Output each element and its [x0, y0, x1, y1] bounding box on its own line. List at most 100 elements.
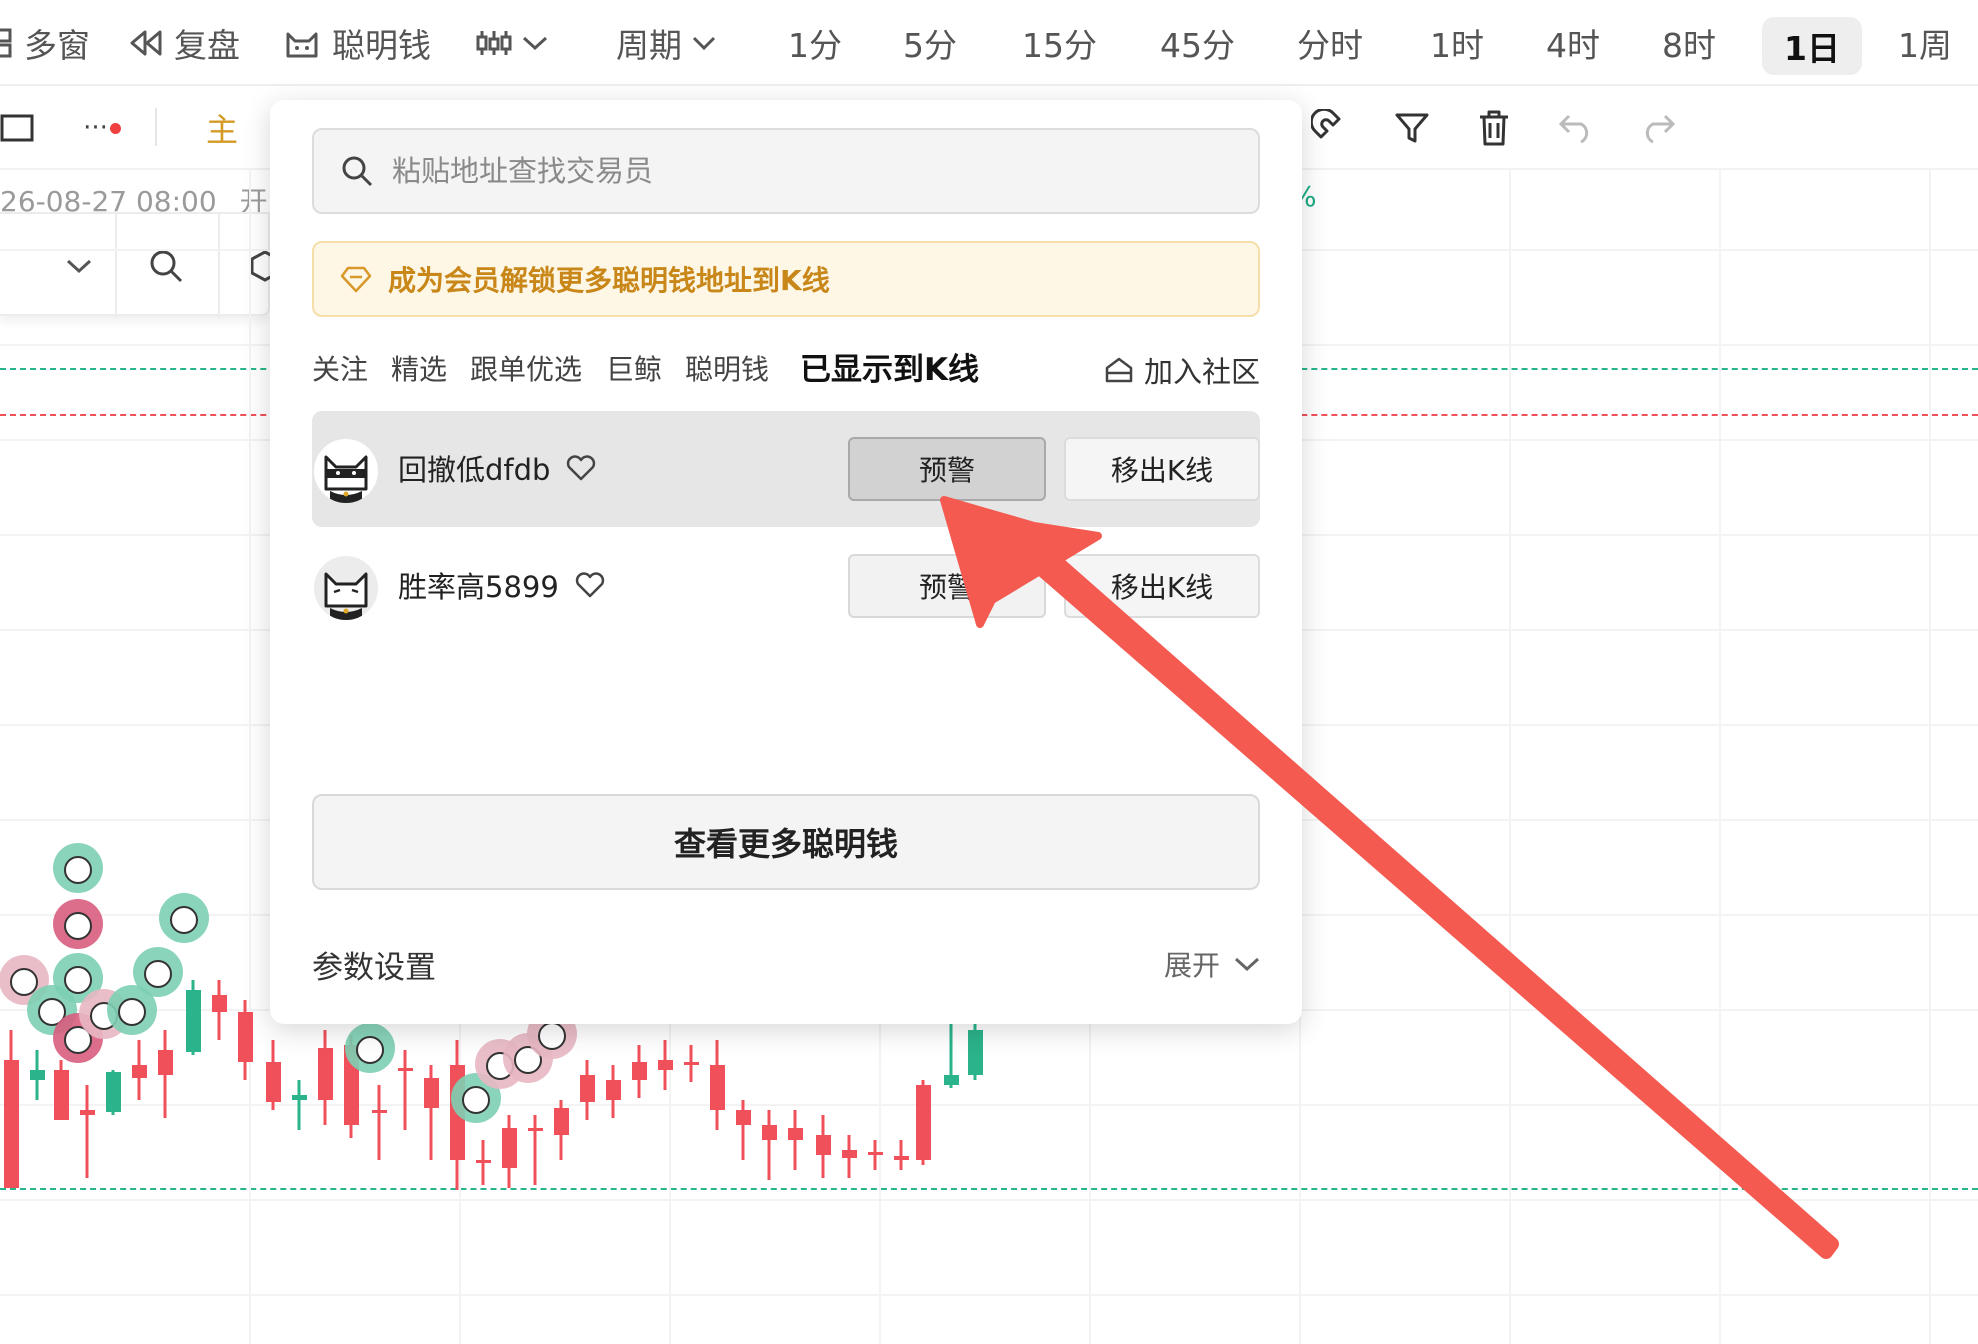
- candle-body: [318, 1048, 333, 1100]
- cat-marker-face: [462, 1086, 490, 1114]
- candle-body: [212, 995, 227, 1012]
- timeframe-toolbar: 多窗 复盘 聪明钱 周期 1分 5分 15分 45分 分时 1时 4时 8时 1…: [0, 0, 1978, 86]
- timeframe-15m[interactable]: 15分: [1022, 0, 1097, 86]
- cat-icon: [286, 32, 318, 58]
- timeframe-5m[interactable]: 5分: [903, 0, 957, 86]
- tab-shown-on-kline[interactable]: 已显示到K线: [800, 345, 979, 395]
- candle-body: [842, 1150, 857, 1158]
- candle-body: [476, 1160, 491, 1163]
- timeframe-label: 8时: [1662, 26, 1716, 65]
- filter-icon[interactable]: [1392, 108, 1432, 148]
- candle-body: [868, 1152, 883, 1155]
- notification-dot: [109, 122, 121, 134]
- timeframe-label: 15分: [1022, 26, 1097, 65]
- remove-from-kline-button[interactable]: 移出K线: [1064, 554, 1260, 618]
- candle-body: [4, 1060, 19, 1188]
- chart-type-dropdown[interactable]: [476, 0, 548, 86]
- expand-button[interactable]: 展开: [1164, 944, 1260, 984]
- smart-money-button[interactable]: 聪明钱: [282, 0, 431, 86]
- timeframe-1m[interactable]: 1分: [788, 0, 842, 86]
- diamond-icon: [340, 266, 372, 293]
- candle-body: [632, 1062, 647, 1080]
- tab-whale[interactable]: 巨鲸: [606, 345, 662, 395]
- trader-row[interactable]: 回撤低dfdb 预警 移出K线: [312, 411, 1260, 527]
- chevron-down-icon: [1234, 957, 1260, 972]
- tab-copy-trade[interactable]: 跟单优选: [470, 345, 582, 395]
- period-dropdown[interactable]: 周期: [616, 0, 716, 86]
- trader-name-text: 回撤低dfdb: [398, 453, 551, 487]
- candle-body: [372, 1110, 387, 1113]
- expand-label: 展开: [1163, 949, 1220, 982]
- tab-featured[interactable]: 精选: [391, 345, 447, 395]
- main-indicator-button[interactable]: 主: [202, 108, 242, 149]
- candle-body: [424, 1078, 439, 1108]
- timeframe-label: 4时: [1546, 26, 1600, 65]
- tab-smart-money[interactable]: 聪明钱: [685, 345, 769, 395]
- timeframe-label: 1日: [1784, 29, 1840, 68]
- candle-body: [158, 1050, 173, 1075]
- trash-icon[interactable]: [1474, 108, 1514, 148]
- more-options-button[interactable]: ···: [80, 108, 124, 148]
- vip-banner-text: 成为会员解锁更多聪明钱地址到K线: [388, 264, 830, 297]
- tab-follow[interactable]: 关注: [312, 345, 368, 395]
- candle-body: [80, 1110, 95, 1115]
- cat-marker-face: [64, 912, 92, 940]
- redo-icon[interactable]: [1638, 108, 1678, 148]
- main-indicator-label: 主: [205, 111, 238, 149]
- timeframe-45m[interactable]: 45分: [1160, 0, 1235, 86]
- params-settings-label: 参数设置: [312, 950, 436, 986]
- timeframe-label: 45分: [1160, 26, 1235, 65]
- search-box: [312, 128, 1260, 214]
- smart-money-label: 聪明钱: [332, 26, 431, 65]
- candle-body: [606, 1080, 621, 1100]
- timeframe-label: 分时: [1297, 26, 1363, 65]
- timeframe-4h[interactable]: 4时: [1546, 0, 1600, 86]
- trader-search-input[interactable]: [392, 154, 1192, 188]
- join-community-button[interactable]: 加入社区: [1104, 345, 1260, 395]
- cat-marker-face: [64, 966, 92, 994]
- timeframe-1h[interactable]: 1时: [1430, 0, 1484, 86]
- vip-banner[interactable]: 成为会员解锁更多聪明钱地址到K线: [312, 241, 1260, 317]
- cat-avatar-icon: [314, 556, 378, 620]
- trader-avatar: [314, 439, 378, 503]
- candle-body: [54, 1070, 69, 1120]
- trader-name-text: 胜率高5899: [398, 570, 559, 604]
- heart-icon[interactable]: [575, 572, 605, 598]
- chevron-down-icon: [692, 36, 716, 51]
- cat-mask-avatar-icon: [314, 439, 378, 503]
- alert-button[interactable]: 预警: [848, 437, 1046, 501]
- home-icon: [1105, 357, 1133, 383]
- candle-body: [894, 1156, 909, 1160]
- timeframe-8h[interactable]: 8时: [1662, 0, 1716, 86]
- timeframe-label: 1时: [1430, 26, 1484, 65]
- candle-body: [398, 1068, 413, 1071]
- cat-marker-face: [356, 1036, 384, 1064]
- trader-row[interactable]: 胜率高5899 预警 移出K线: [312, 528, 1260, 644]
- candle-body: [132, 1065, 147, 1078]
- rectangle-tool-icon[interactable]: [0, 108, 36, 148]
- toolbar-divider: [155, 108, 157, 146]
- candle-body: [30, 1070, 45, 1080]
- trader-tabs: 关注 精选 跟单优选 巨鲸 聪明钱 已显示到K线 加入社区: [312, 345, 1260, 395]
- view-more-smart-money-button[interactable]: 查看更多聪明钱: [312, 794, 1260, 890]
- timeframe-timeshare[interactable]: 分时: [1297, 0, 1363, 86]
- candle-body: [816, 1135, 831, 1155]
- replay-button[interactable]: 复盘: [128, 0, 240, 86]
- timeframe-1d[interactable]: 1日: [1762, 17, 1862, 75]
- candle-body: [580, 1075, 595, 1102]
- candle-body: [266, 1062, 281, 1102]
- cat-marker-face: [170, 906, 198, 934]
- undo-icon[interactable]: [1556, 108, 1596, 148]
- multi-window-label: 多窗: [24, 26, 90, 65]
- timeframe-1w[interactable]: 1周: [1898, 0, 1952, 86]
- cat-marker-face: [64, 856, 92, 884]
- magnet-icon[interactable]: [1310, 108, 1350, 148]
- remove-from-kline-button[interactable]: 移出K线: [1064, 437, 1260, 501]
- candle-body: [788, 1128, 803, 1140]
- period-label: 周期: [616, 26, 682, 65]
- candle-body: [186, 990, 201, 1052]
- candle-body: [944, 1075, 959, 1085]
- multi-window-button[interactable]: 多窗: [0, 0, 90, 86]
- alert-button[interactable]: 预警: [848, 554, 1046, 618]
- heart-icon[interactable]: [566, 455, 596, 481]
